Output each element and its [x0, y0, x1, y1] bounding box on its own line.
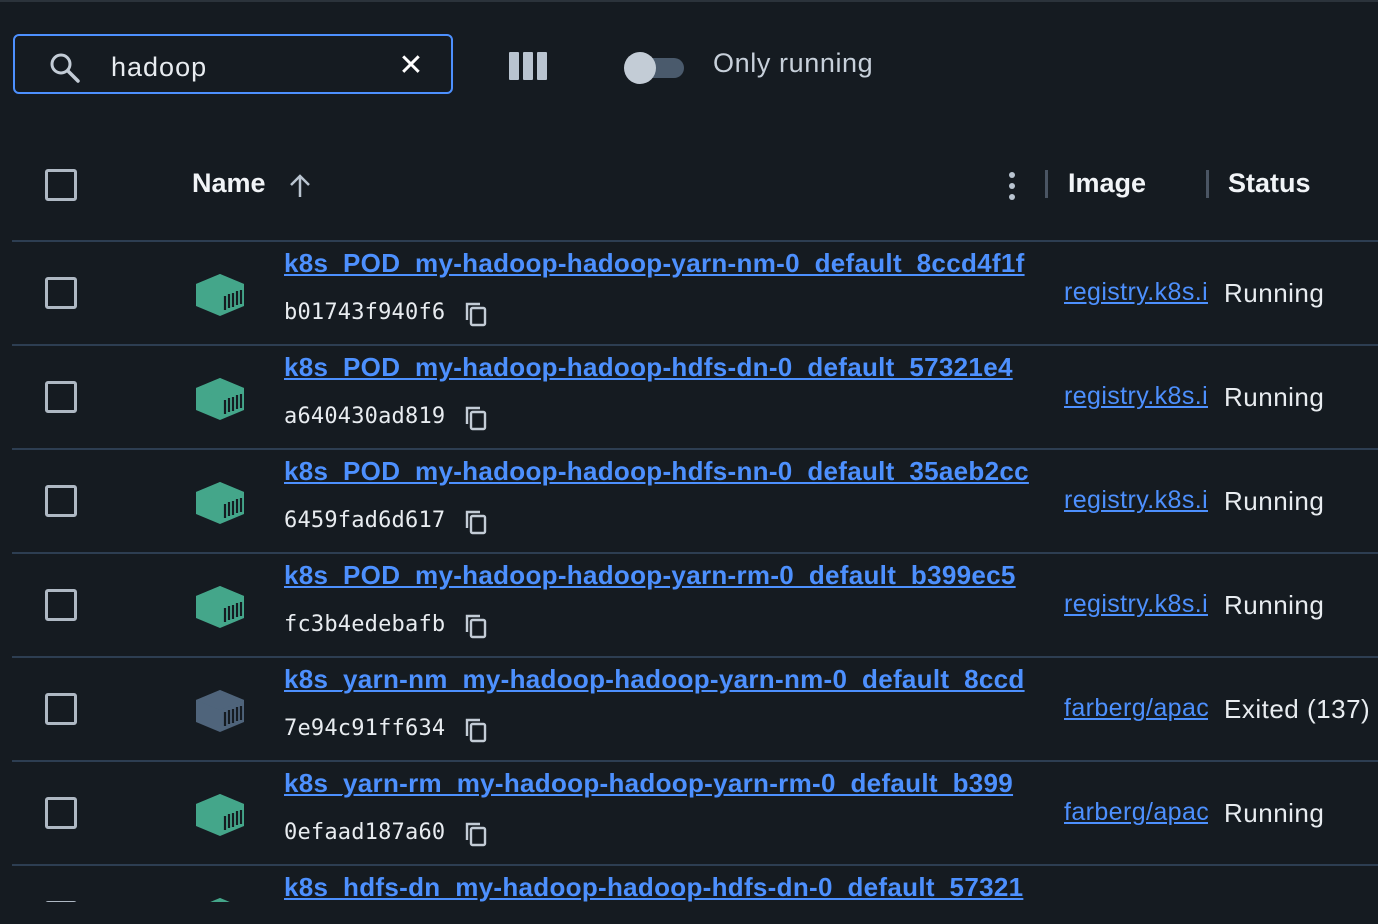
container-image-link[interactable]: registry.k8s.io: [1064, 486, 1208, 518]
container-status: Running: [1224, 798, 1325, 828]
table-row[interactable]: k8s_yarn-rm_my-hadoop-hadoop-yarn-rm-0_d…: [0, 762, 1378, 866]
column-resize-handle[interactable]: [1045, 170, 1048, 198]
container-icon: [196, 274, 244, 316]
container-image-link[interactable]: registry.k8s.io: [1064, 382, 1208, 414]
container-status: Running: [1224, 278, 1325, 308]
search-input[interactable]: [109, 46, 383, 88]
column-header-status[interactable]: Status: [1228, 168, 1311, 199]
container-name-link[interactable]: k8s_yarn-nm_my-hadoop-hadoop-yarn-nm-0_d…: [284, 664, 1048, 700]
container-image-link[interactable]: farberg/apache-hadoop: [1064, 798, 1208, 830]
table-row[interactable]: k8s_POD_my-hadoop-hadoop-hdfs-dn-0_defau…: [0, 346, 1378, 450]
row-checkbox[interactable]: [45, 485, 77, 517]
table-row[interactable]: k8s_yarn-nm_my-hadoop-hadoop-yarn-nm-0_d…: [0, 658, 1378, 762]
container-icon: [210, 898, 230, 902]
column-resize-handle[interactable]: [1206, 170, 1209, 198]
container-icon: [196, 690, 244, 732]
only-running-toggle[interactable]: [624, 52, 684, 84]
container-icon: [196, 794, 244, 836]
select-all-checkbox[interactable]: [45, 169, 77, 201]
kebab-menu-icon[interactable]: [1002, 170, 1022, 202]
table-header: Name Image Status: [0, 140, 1378, 240]
container-icon: [196, 378, 244, 420]
row-checkbox[interactable]: [45, 277, 77, 309]
column-header-name[interactable]: Name: [192, 168, 266, 199]
columns-icon[interactable]: [507, 50, 549, 82]
container-icon: [196, 586, 244, 628]
container-name-link[interactable]: k8s_POD_my-hadoop-hadoop-hdfs-nn-0_defau…: [284, 456, 1048, 492]
container-status: Running: [1224, 382, 1325, 412]
container-id: 7e94c91ff634: [284, 716, 446, 741]
container-image-link[interactable]: registry.k8s.io: [1064, 590, 1208, 622]
container-image-link[interactable]: farberg/apache-hadoop: [1064, 694, 1208, 726]
row-checkbox[interactable]: [45, 901, 77, 902]
container-name-link[interactable]: k8s_POD_my-hadoop-hadoop-hdfs-dn-0_defau…: [284, 352, 1048, 388]
container-name-link[interactable]: k8s_POD_my-hadoop-hadoop-yarn-rm-0_defau…: [284, 560, 1048, 596]
clear-icon[interactable]: ✕: [395, 50, 427, 82]
table-row[interactable]: k8s_POD_my-hadoop-hadoop-yarn-rm-0_defau…: [0, 554, 1378, 658]
search-icon: [50, 53, 80, 83]
copy-icon[interactable]: [463, 612, 489, 640]
container-status: Exited (137): [1224, 694, 1371, 724]
container-list: k8s_POD_my-hadoop-hadoop-yarn-nm-0_defau…: [0, 242, 1378, 902]
copy-icon[interactable]: [463, 300, 489, 328]
container-id: 0efaad187a60: [284, 820, 446, 845]
container-id: fc3b4edebafb: [284, 612, 446, 637]
copy-icon[interactable]: [463, 508, 489, 536]
copy-icon[interactable]: [463, 404, 489, 432]
row-checkbox[interactable]: [45, 381, 77, 413]
column-header-image[interactable]: Image: [1068, 168, 1146, 199]
sort-ascending-icon[interactable]: [286, 172, 314, 200]
copy-icon[interactable]: [463, 820, 489, 848]
container-status: Running: [1224, 486, 1325, 516]
only-running-label: Only running: [713, 48, 874, 78]
container-name-link[interactable]: k8s_hdfs-dn_my-hadoop-hadoop-hdfs-dn-0_d…: [284, 872, 1048, 902]
container-id: 6459fad6d617: [284, 508, 446, 533]
container-status: Running: [1224, 590, 1325, 620]
copy-icon[interactable]: [463, 716, 489, 744]
toggle-knob: [624, 52, 656, 84]
container-image-link[interactable]: registry.k8s.io: [1064, 278, 1208, 310]
row-checkbox[interactable]: [45, 589, 77, 621]
container-icon: [196, 482, 244, 524]
container-id: a640430ad819: [284, 404, 446, 429]
container-name-link[interactable]: k8s_yarn-rm_my-hadoop-hadoop-yarn-rm-0_d…: [284, 768, 1048, 804]
table-row[interactable]: k8s_POD_my-hadoop-hadoop-yarn-nm-0_defau…: [0, 242, 1378, 346]
container-name-link[interactable]: k8s_POD_my-hadoop-hadoop-yarn-nm-0_defau…: [284, 248, 1048, 284]
row-checkbox[interactable]: [45, 797, 77, 829]
table-row[interactable]: k8s_hdfs-dn_my-hadoop-hadoop-hdfs-dn-0_d…: [0, 866, 1378, 902]
table-row[interactable]: k8s_POD_my-hadoop-hadoop-hdfs-nn-0_defau…: [0, 450, 1378, 554]
container-id: b01743f940f6: [284, 300, 446, 325]
row-checkbox[interactable]: [45, 693, 77, 725]
search-box[interactable]: ✕: [13, 34, 453, 94]
toolbar: ✕ Only running: [0, 0, 1378, 130]
